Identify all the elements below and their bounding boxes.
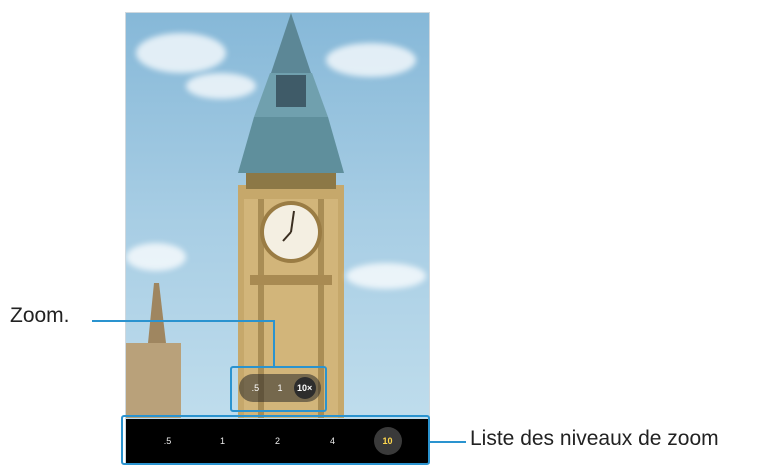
callout-levels-label: Liste des niveaux de zoom <box>470 427 719 450</box>
zoom-highlight-box <box>230 366 327 412</box>
callout-zoom-label: Zoom. <box>10 304 70 327</box>
leader-line-zoom-vertical <box>273 320 275 366</box>
viewfinder-image <box>126 13 429 418</box>
leader-line-zoom <box>92 320 275 322</box>
leader-line-levels <box>430 441 466 443</box>
zoom-list-highlight-box <box>121 415 430 465</box>
